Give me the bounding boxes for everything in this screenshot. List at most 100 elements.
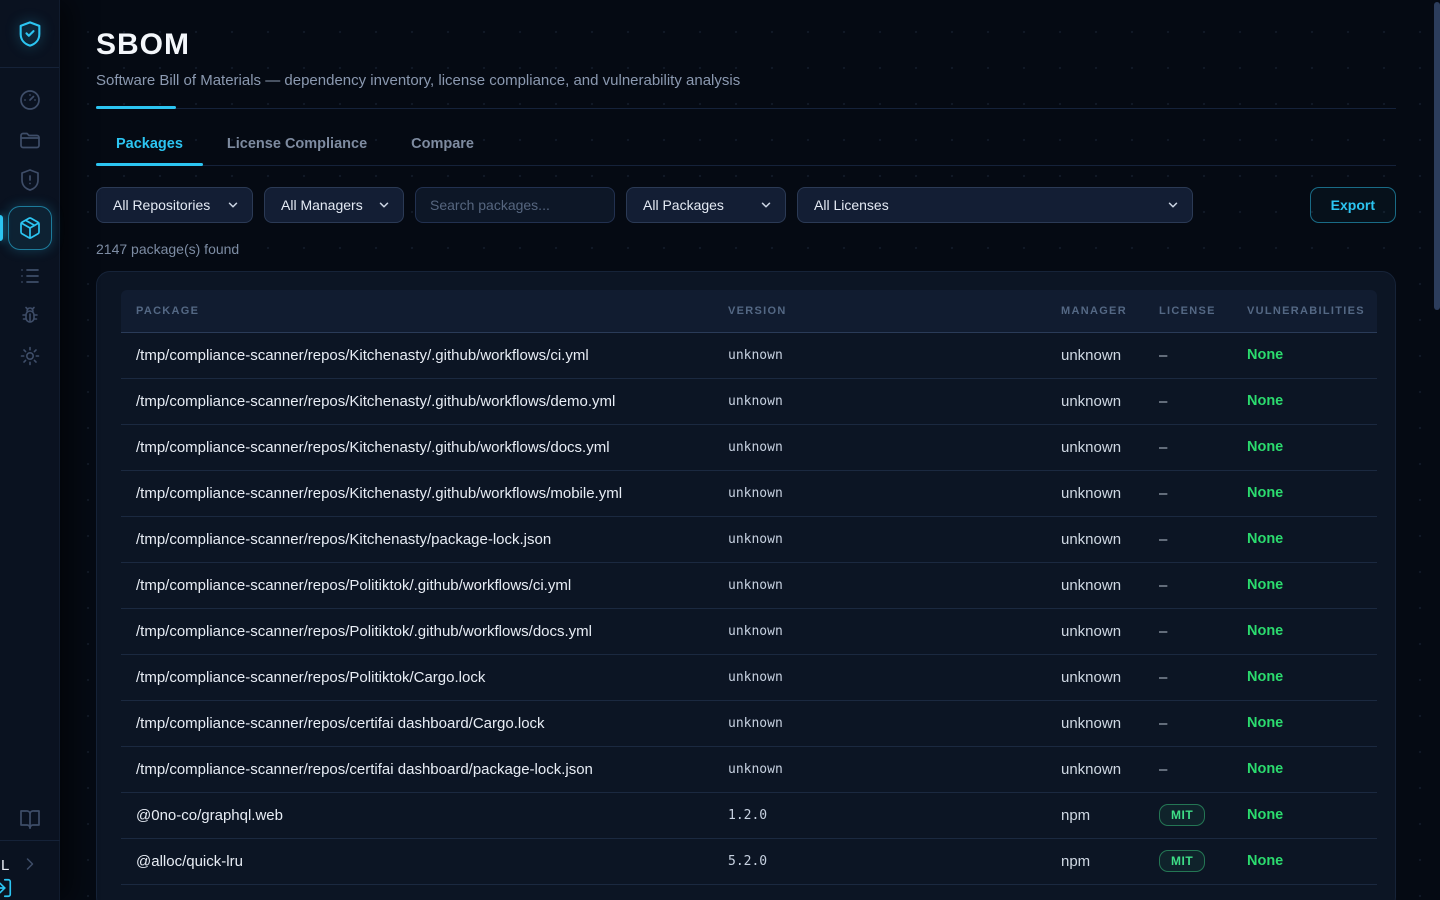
chevron-down-icon [377, 198, 391, 212]
repository-select-value: All Repositories [113, 197, 210, 213]
package-manager: unknown [1061, 531, 1121, 548]
sidebar-item-security[interactable] [0, 160, 60, 200]
license-select-value: All Licenses [814, 197, 889, 213]
package-select[interactable]: All Packages [626, 187, 786, 223]
tab-compare[interactable]: Compare [391, 136, 494, 165]
gauge-icon [18, 88, 42, 112]
chevron-down-icon [226, 198, 240, 212]
license-value: – [1159, 485, 1167, 502]
table-row[interactable]: /tmp/compliance-scanner/repos/certifai d… [121, 746, 1377, 792]
package-name: /tmp/compliance-scanner/repos/Politiktok… [136, 623, 592, 640]
table-row[interactable]: /tmp/compliance-scanner/repos/Kitchenast… [121, 516, 1377, 562]
package-name: /tmp/compliance-scanner/repos/certifai d… [136, 761, 593, 778]
sidebar-item-vulnerabilities[interactable] [0, 296, 60, 336]
package-manager: unknown [1061, 347, 1121, 364]
export-button[interactable]: Export [1310, 187, 1396, 223]
sidebar-item-docs[interactable] [0, 798, 60, 840]
packages-table: PACKAGE VERSION MANAGER LICENSE VULNERAB… [121, 290, 1377, 885]
stray-label: L [1, 857, 9, 874]
package-version: unknown [728, 440, 783, 455]
packages-table-card: PACKAGE VERSION MANAGER LICENSE VULNERAB… [96, 271, 1396, 900]
result-count: 2147 package(s) found [96, 241, 1396, 257]
license-value: MIT [1159, 850, 1205, 872]
license-value: – [1159, 761, 1167, 778]
package-name: /tmp/compliance-scanner/repos/Kitchenast… [136, 347, 589, 364]
vulnerabilities-value: None [1247, 531, 1283, 547]
scrollbar-thumb[interactable] [1434, 2, 1440, 310]
vulnerabilities-value: None [1247, 853, 1283, 869]
vulnerabilities-value: None [1247, 439, 1283, 455]
table-row[interactable]: @alloc/quick-lru 5.2.0 npm MIT None [121, 838, 1377, 884]
shield-check-icon [16, 20, 44, 48]
table-row[interactable]: /tmp/compliance-scanner/repos/certifai d… [121, 700, 1377, 746]
package-version: unknown [728, 670, 783, 685]
license-value: – [1159, 669, 1167, 686]
package-version: unknown [728, 762, 783, 777]
package-name: /tmp/compliance-scanner/repos/Kitchenast… [136, 531, 551, 548]
license-value: – [1159, 393, 1167, 410]
tab-packages[interactable]: Packages [96, 136, 203, 165]
header-divider [96, 108, 1396, 109]
package-manager: unknown [1061, 439, 1121, 456]
license-value: – [1159, 623, 1167, 640]
chevron-down-icon [1166, 198, 1180, 212]
column-header-package: PACKAGE [121, 290, 728, 332]
table-row[interactable]: /tmp/compliance-scanner/repos/Kitchenast… [121, 332, 1377, 378]
package-name: /tmp/compliance-scanner/repos/Politiktok… [136, 577, 571, 594]
book-icon [18, 807, 42, 831]
package-manager: unknown [1061, 393, 1121, 410]
folder-icon [18, 128, 42, 152]
table-row[interactable]: /tmp/compliance-scanner/repos/Kitchenast… [121, 378, 1377, 424]
search-input[interactable] [415, 187, 615, 223]
package-manager: unknown [1061, 669, 1121, 686]
chevron-right-icon [20, 854, 40, 874]
column-header-vulnerabilities: VULNERABILITIES [1247, 290, 1377, 332]
manager-select[interactable]: All Managers [264, 187, 404, 223]
table-row[interactable]: @0no-co/graphql.web 1.2.0 npm MIT None [121, 792, 1377, 838]
sidebar-item-settings[interactable] [0, 336, 60, 376]
license-value: – [1159, 577, 1167, 594]
gear-icon [18, 344, 42, 368]
sidebar: L [0, 0, 60, 900]
repository-select[interactable]: All Repositories [96, 187, 253, 223]
package-version: unknown [728, 394, 783, 409]
vulnerabilities-value: None [1247, 393, 1283, 409]
table-header-row: PACKAGE VERSION MANAGER LICENSE VULNERAB… [121, 290, 1377, 332]
package-name: /tmp/compliance-scanner/repos/Kitchenast… [136, 485, 622, 502]
license-select[interactable]: All Licenses [797, 187, 1193, 223]
app-logo[interactable] [0, 0, 59, 68]
package-version: unknown [728, 348, 783, 363]
package-version: unknown [728, 624, 783, 639]
main-content: SBOM Software Bill of Materials — depend… [60, 0, 1440, 900]
package-version: unknown [728, 486, 783, 501]
table-row[interactable]: /tmp/compliance-scanner/repos/Politiktok… [121, 654, 1377, 700]
package-name: @alloc/quick-lru [136, 853, 243, 870]
table-row[interactable]: /tmp/compliance-scanner/repos/Kitchenast… [121, 424, 1377, 470]
package-name: /tmp/compliance-scanner/repos/Politiktok… [136, 669, 485, 686]
sidebar-item-repositories[interactable] [0, 120, 60, 160]
package-manager: unknown [1061, 761, 1121, 778]
license-value: – [1159, 347, 1167, 364]
bug-icon [18, 304, 42, 328]
package-version: unknown [728, 532, 783, 547]
package-manager: npm [1061, 807, 1090, 824]
sidebar-nav [0, 68, 59, 376]
filter-bar: All Repositories All Managers All Packag… [96, 187, 1396, 223]
column-header-license: LICENSE [1159, 290, 1247, 332]
manager-select-value: All Managers [281, 197, 363, 213]
sidebar-item-packages[interactable] [0, 200, 60, 256]
package-version: 5.2.0 [728, 854, 767, 869]
package-select-value: All Packages [643, 197, 724, 213]
table-row[interactable]: /tmp/compliance-scanner/repos/Kitchenast… [121, 470, 1377, 516]
table-row[interactable]: /tmp/compliance-scanner/repos/Politiktok… [121, 562, 1377, 608]
vulnerabilities-value: None [1247, 347, 1283, 363]
sidebar-item-inventory[interactable] [0, 256, 60, 296]
sidebar-item-dashboard[interactable] [0, 80, 60, 120]
tab-license-compliance[interactable]: License Compliance [207, 136, 387, 165]
table-row[interactable]: /tmp/compliance-scanner/repos/Politiktok… [121, 608, 1377, 654]
vulnerabilities-value: None [1247, 715, 1283, 731]
column-header-manager: MANAGER [1061, 290, 1159, 332]
logout-icon[interactable] [0, 877, 13, 899]
vulnerabilities-value: None [1247, 669, 1283, 685]
license-value: – [1159, 715, 1167, 732]
